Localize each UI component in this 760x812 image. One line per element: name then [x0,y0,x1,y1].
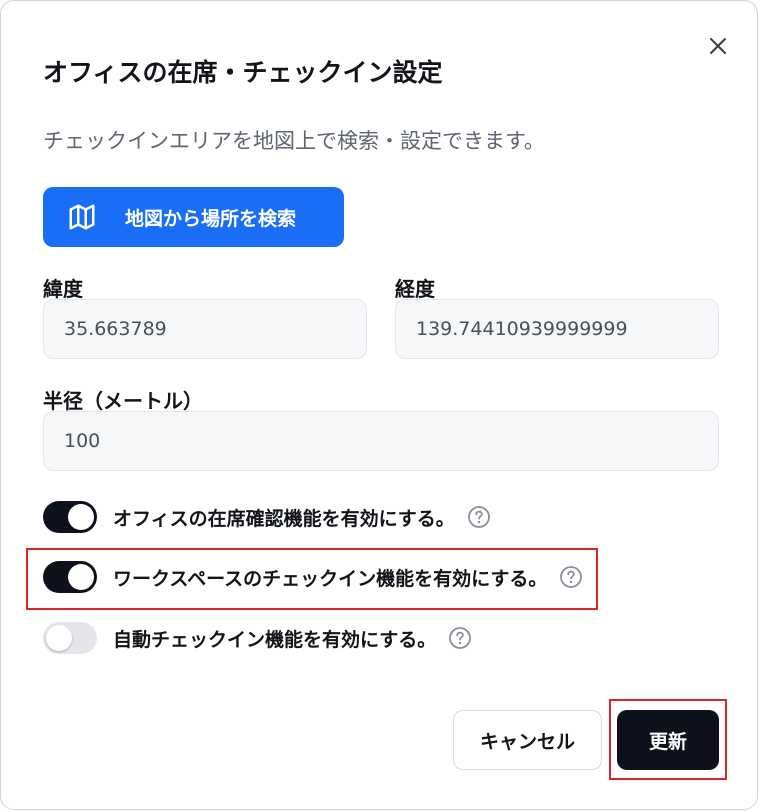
workspace-checkin-switch[interactable] [43,561,97,593]
toggle-row-workspace-checkin: ワークスペースのチェックイン機能を有効にする。 [43,559,583,595]
office-presence-label: オフィスの在席確認機能を有効にする。 [113,507,455,530]
radius-input[interactable] [43,411,719,471]
longitude-input[interactable] [395,299,719,359]
switch-knob [46,625,72,651]
update-button[interactable]: 更新 [617,710,719,770]
help-icon[interactable] [467,505,491,529]
close-icon [710,38,726,54]
longitude-label: 経度 [395,277,435,301]
dialog-description: チェックインエリアを地図上で検索・設定できます。 [43,129,545,153]
map-icon [67,202,97,232]
toggle-row-auto-checkin: 自動チェックイン機能を有効にする。 [43,620,472,656]
map-search-button[interactable]: 地図から場所を検索 [43,187,344,247]
help-icon[interactable] [559,565,583,589]
cancel-button[interactable]: キャンセル [453,710,602,770]
map-search-label: 地図から場所を検索 [125,207,297,230]
workspace-checkin-label: ワークスペースのチェックイン機能を有効にする。 [113,567,548,590]
dialog-title: オフィスの在席・チェックイン設定 [43,58,443,87]
close-button[interactable] [701,29,735,63]
auto-checkin-switch[interactable] [43,622,97,654]
radius-label: 半径（メートル） [43,389,203,413]
help-icon[interactable] [448,626,472,650]
switch-knob [68,504,94,530]
office-presence-switch[interactable] [43,501,97,533]
auto-checkin-label: 自動チェックイン機能を有効にする。 [113,628,437,651]
latitude-input[interactable] [43,299,367,359]
switch-knob [68,564,94,590]
checkin-settings-dialog: オフィスの在席・チェックイン設定 チェックインエリアを地図上で検索・設定できます… [0,0,758,810]
latitude-label: 緯度 [43,277,83,301]
toggle-row-office-presence: オフィスの在席確認機能を有効にする。 [43,499,491,535]
